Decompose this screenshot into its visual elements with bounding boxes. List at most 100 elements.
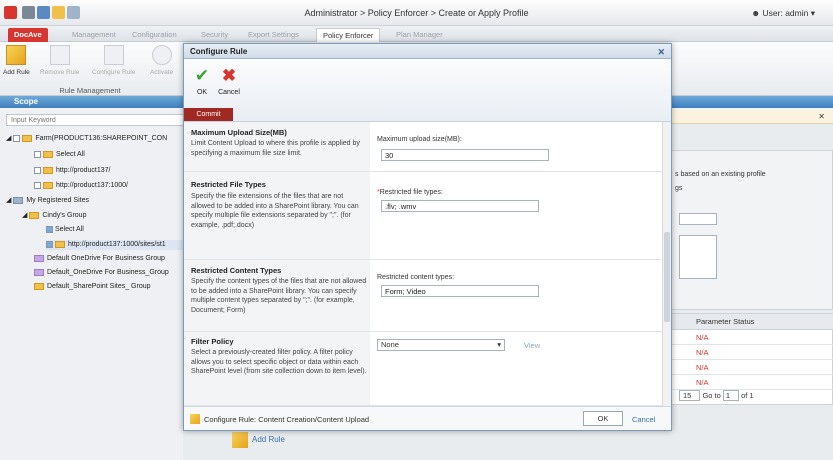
tab-export-settings[interactable]: Export Settings <box>242 28 305 42</box>
tree-label: Default_OneDrive For Business_Group <box>47 269 169 276</box>
tree-label: Select All <box>56 151 85 158</box>
tree-label: Select All <box>55 226 84 233</box>
group-icon <box>34 282 44 290</box>
ok-label: OK <box>196 89 208 96</box>
ribbon-group-label: Rule Management <box>59 86 121 95</box>
goto-label: Go to <box>702 391 721 400</box>
profile-panel: s based on an existing profile gs <box>670 150 833 310</box>
tree-node-group[interactable]: ◢ Cindy's Group <box>22 211 86 221</box>
user-icon: ☻ <box>751 8 763 18</box>
tab-plan-manager[interactable]: Plan Manager <box>390 28 449 42</box>
field-label: Restricted content types: <box>377 274 455 281</box>
tab-policy-enforcer[interactable]: Policy Enforcer <box>316 28 381 42</box>
rule-icon <box>190 414 200 424</box>
pager: 15 Go to 1 of 1 <box>679 390 754 401</box>
view-link[interactable]: View <box>524 341 540 350</box>
dialog-scrollbar[interactable] <box>662 122 671 406</box>
table-row[interactable]: N/A <box>671 360 833 375</box>
group-icon <box>34 268 44 276</box>
filter-policy-select[interactable]: None ▾ <box>377 339 505 351</box>
section-title: Maximum Upload Size(MB) <box>191 128 287 137</box>
checkbox[interactable] <box>34 181 41 189</box>
footer-cancel-link[interactable]: Cancel <box>632 415 655 424</box>
tab-docave[interactable]: DocAve <box>8 28 48 42</box>
restricted-file-types-input[interactable] <box>381 200 539 212</box>
restricted-content-types-input[interactable] <box>381 285 539 297</box>
field-label: *Restricted file types: <box>377 189 443 196</box>
field-label-text: Restricted file types: <box>379 189 443 196</box>
tree-label: Cindy's Group <box>42 212 87 219</box>
remove-rule-label: Remove Rule <box>40 69 80 76</box>
group-icon <box>34 254 44 262</box>
tab-configuration[interactable]: Configuration <box>126 28 183 42</box>
tree-node-site[interactable]: http://product137:1000/ <box>34 181 128 191</box>
remove-rule-icon <box>49 45 70 65</box>
close-icon[interactable]: ✕ <box>657 45 665 60</box>
ok-button[interactable]: ✔ OK <box>191 67 213 97</box>
page-input[interactable]: 1 <box>722 390 740 401</box>
add-rule-icon <box>232 432 248 448</box>
folder-icon <box>55 240 65 248</box>
tree-node-site-selected[interactable]: http://product137:1000/sites/st1 <box>46 240 183 250</box>
table-row[interactable]: N/A <box>671 330 833 345</box>
tree-node-select-all[interactable]: Select All <box>34 150 85 160</box>
description-input[interactable] <box>679 235 717 279</box>
tree-node-site[interactable]: http://product137/ <box>34 166 110 176</box>
configure-rule-dialog: Configure Rule ✕ ✔ OK ✖ Cancel Commit Ma… <box>183 43 672 431</box>
table-row[interactable]: N/A <box>671 375 833 390</box>
tab-security[interactable]: Security <box>195 28 234 42</box>
footer-ok-button[interactable]: OK <box>583 411 623 426</box>
section-max-upload: Maximum Upload Size(MB) Limit Content Up… <box>184 122 662 172</box>
tree-label: My Registered Sites <box>26 197 89 204</box>
x-icon: ✖ <box>221 66 237 85</box>
section-desc: Limit Content Upload to where this profi… <box>191 140 360 157</box>
close-icon[interactable]: ✕ <box>818 112 825 121</box>
user-menu[interactable]: ☻ User: admin ▾ <box>751 8 815 19</box>
breadcrumb: Administrator > Policy Enforcer > Create… <box>304 8 529 18</box>
scrollbar-thumb[interactable] <box>664 232 670 322</box>
cancel-label: Cancel <box>218 89 240 96</box>
add-rule-label: Add Rule <box>252 435 285 445</box>
farm-icon <box>22 134 33 142</box>
section-filter-policy: Filter Policy Select a previously-create… <box>184 332 662 406</box>
user-label: User: admin <box>762 8 809 18</box>
dialog-header: Configure Rule ✕ <box>184 44 671 59</box>
dialog-footer: Configure Rule: Content Creation/Content… <box>184 406 671 430</box>
page-size-select[interactable]: 15 <box>679 390 701 401</box>
configure-rule-icon <box>103 45 124 65</box>
activate-button[interactable]: Activate <box>150 45 173 76</box>
configure-rule-button[interactable]: Configure Rule <box>92 45 135 76</box>
checkbox[interactable] <box>46 225 53 233</box>
cancel-button[interactable]: ✖ Cancel <box>218 66 240 97</box>
max-upload-size-input[interactable] <box>381 149 549 161</box>
tree-node-group[interactable]: Default OneDrive For Business Group <box>34 254 165 264</box>
add-rule-icon <box>6 45 27 65</box>
section-desc: Specify the file extensions of the files… <box>191 193 359 229</box>
add-rule-link[interactable]: Add Rule <box>232 432 285 448</box>
tab-management[interactable]: Management <box>66 28 122 42</box>
tree-label: Default OneDrive For Business Group <box>47 255 165 262</box>
table-row[interactable]: N/A <box>671 345 833 360</box>
tree-label: http://product137:1000/sites/st1 <box>68 241 166 248</box>
name-input[interactable] <box>679 213 717 225</box>
dialog-body: Maximum Upload Size(MB) Limit Content Up… <box>184 122 662 406</box>
checkbox[interactable] <box>34 166 41 174</box>
tree-node-farm[interactable]: ◢ Farm(PRODUCT136:SHAREPOINT_CON <box>6 134 167 144</box>
tree-node-registered-sites[interactable]: ◢ My Registered Sites <box>6 196 89 206</box>
tree-node-group[interactable]: Default_SharePoint Sites_ Group <box>34 282 151 292</box>
checkbox[interactable] <box>13 134 21 142</box>
checkbox[interactable] <box>46 240 53 248</box>
info-text: gs <box>675 185 683 192</box>
commit-group-label: Commit <box>184 108 233 121</box>
checkbox[interactable] <box>34 150 41 158</box>
section-title: Restricted File Types <box>191 180 266 189</box>
chevron-down-icon: ▾ <box>497 340 501 349</box>
add-rule-label: Add Rule <box>3 69 30 76</box>
tree-node-group[interactable]: Default_OneDrive For Business_Group <box>34 268 169 278</box>
remove-rule-button[interactable]: Remove Rule <box>40 45 79 76</box>
add-rule-button[interactable]: Add Rule <box>3 45 30 76</box>
tree-node-select-all[interactable]: Select All <box>46 225 84 235</box>
scope-search-input[interactable] <box>6 114 186 126</box>
rules-table: Parameter Status N/A N/A N/A N/A 15 Go t… <box>670 313 833 405</box>
tree-label: http://product137:1000/ <box>56 182 128 189</box>
